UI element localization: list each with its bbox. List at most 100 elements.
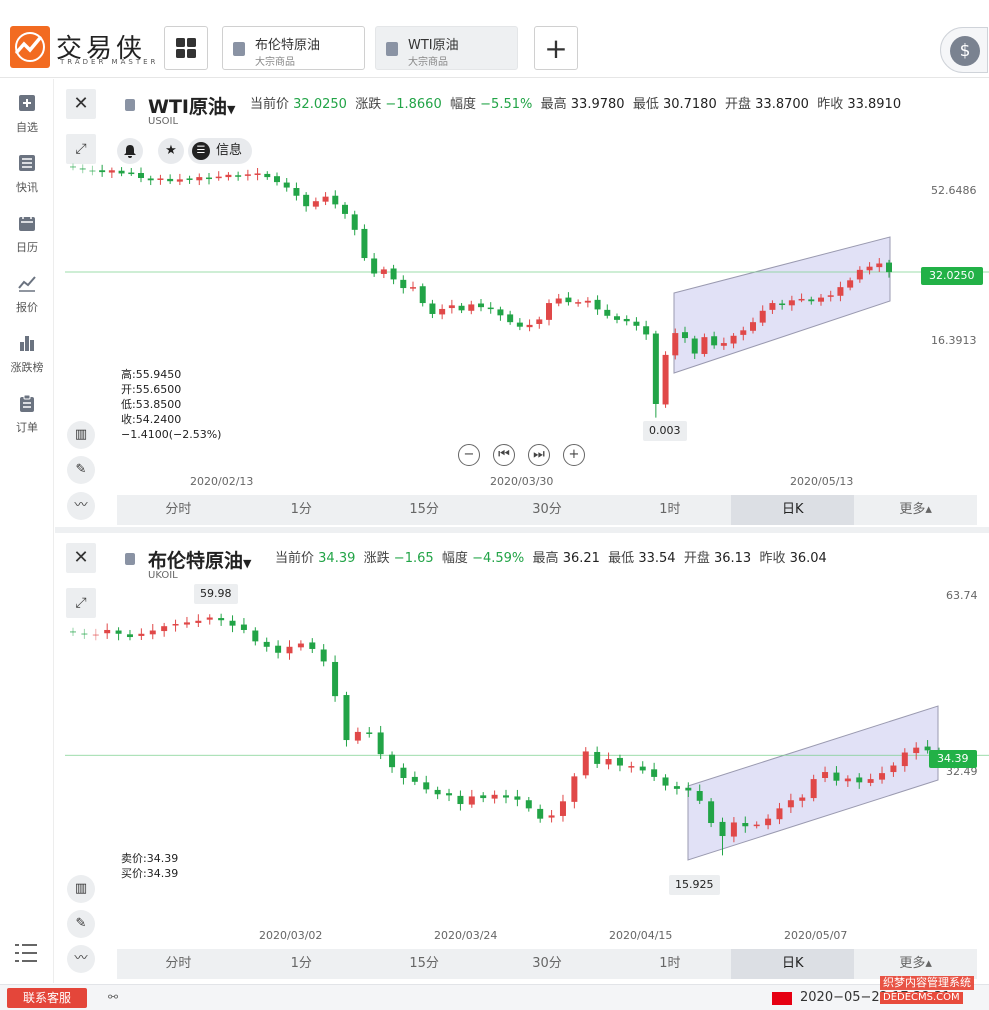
- period-tab[interactable]: 1分: [240, 949, 363, 979]
- candle-body: [701, 337, 708, 354]
- period-bar: 分时 1分 15分 30分 1时 日K 更多▴: [117, 495, 977, 525]
- account-button[interactable]: $: [940, 27, 988, 73]
- caret-down-icon: ▼: [243, 557, 252, 570]
- layout-grid-button[interactable]: [164, 26, 208, 70]
- skip-start-icon[interactable]: ⏮: [493, 444, 515, 466]
- tab-wti[interactable]: WTI原油 大宗商品: [375, 26, 518, 70]
- candle-body: [309, 642, 316, 649]
- candle-body: [263, 641, 270, 647]
- period-tab[interactable]: 30分: [486, 495, 609, 525]
- symbol-name: 布伦特原油: [148, 550, 244, 572]
- sidebar-item-calendar[interactable]: 日历: [0, 204, 54, 254]
- candle-body: [286, 646, 293, 654]
- candle-body: [147, 178, 154, 181]
- quote-label: 开盘: [683, 551, 710, 566]
- candle-body: [866, 266, 873, 271]
- quote-label: 最低: [632, 97, 659, 112]
- dollar-icon: $: [950, 36, 980, 66]
- candle-body: [662, 354, 669, 405]
- skip-end-icon[interactable]: ⏭: [528, 444, 550, 466]
- quote-label: 当前价: [250, 97, 290, 112]
- pencil-icon[interactable]: ✎: [67, 910, 95, 938]
- candle-body: [126, 634, 133, 638]
- candle-body: [115, 630, 122, 634]
- tab-brent[interactable]: 布伦特原油 大宗商品: [222, 26, 365, 70]
- status-bar: 联系客服 ⚯ 2020−05−22 17:38:31: [0, 984, 989, 1010]
- candle-body: [161, 626, 168, 632]
- sidebar-item-rankings[interactable]: 涨跌榜: [0, 324, 54, 374]
- candle-body: [672, 333, 679, 356]
- quote-label: 最低: [608, 551, 635, 566]
- candlestick-icon[interactable]: ▥: [67, 421, 95, 449]
- sidebar-item-orders[interactable]: 订单: [0, 384, 54, 434]
- period-tab[interactable]: 1分: [240, 495, 363, 525]
- candle-body: [366, 732, 373, 734]
- sidebar-item-watchlist[interactable]: 自选: [0, 84, 54, 134]
- candle-body: [776, 808, 783, 820]
- tab-subtitle: 大宗商品: [255, 57, 295, 68]
- sidebar-item-label: 日历: [16, 241, 38, 254]
- candle-body: [332, 661, 339, 697]
- wti-candlestick-chart[interactable]: [65, 159, 989, 489]
- candle-body: [274, 176, 280, 183]
- period-tab[interactable]: 15分: [363, 949, 486, 979]
- period-more[interactable]: 更多▴: [854, 495, 977, 525]
- candle-body: [833, 772, 840, 781]
- symbol-selector[interactable]: 布伦特原油▼: [148, 546, 251, 573]
- candle-body: [497, 309, 504, 316]
- quote-label: 当前价: [275, 551, 315, 566]
- candle-body: [118, 170, 125, 174]
- brent-candlestick-chart[interactable]: [65, 593, 989, 888]
- candle-body: [503, 795, 509, 798]
- period-tab-active[interactable]: 日K: [731, 495, 855, 525]
- candle-body: [81, 633, 88, 635]
- change-percent: −4.59%: [472, 551, 525, 566]
- period-tab[interactable]: 分时: [117, 949, 240, 979]
- close-panel-button[interactable]: ✕: [66, 543, 96, 573]
- pencil-icon[interactable]: ✎: [67, 456, 95, 484]
- menu-icon[interactable]: [14, 942, 38, 970]
- candle-body: [312, 201, 319, 207]
- candle-body: [225, 174, 232, 178]
- app-logo-icon: [10, 26, 50, 68]
- candle-body: [787, 800, 794, 808]
- candle-body: [605, 759, 612, 765]
- x-axis-label: 2020/02/13: [190, 475, 254, 488]
- tab-title: WTI原油: [408, 38, 459, 53]
- candle-body: [730, 335, 737, 344]
- sidebar-item-quotes[interactable]: 报价: [0, 264, 54, 314]
- period-tab[interactable]: 30分: [486, 949, 609, 979]
- add-tab-button[interactable]: +: [534, 26, 578, 70]
- sidebar-item-label: 快讯: [16, 181, 38, 194]
- zoom-out-icon[interactable]: −: [458, 444, 480, 466]
- indicator-icon[interactable]: 〰: [67, 492, 95, 520]
- candle-body: [696, 791, 703, 801]
- candle-body: [487, 307, 494, 310]
- customer-service-button[interactable]: 联系客服: [7, 988, 87, 1008]
- candle-body: [419, 286, 426, 304]
- zoom-in-icon[interactable]: +: [563, 444, 585, 466]
- period-more[interactable]: 更多▴: [854, 949, 977, 979]
- sidebar-item-news[interactable]: 快讯: [0, 144, 54, 194]
- period-tab[interactable]: 1时: [608, 949, 731, 979]
- candle-body: [283, 182, 290, 188]
- candle-body: [458, 305, 465, 311]
- candle-body: [673, 786, 680, 789]
- calendar-icon: [18, 214, 36, 232]
- candle-body: [254, 173, 261, 175]
- candle-body: [565, 297, 572, 303]
- symbol-selector[interactable]: WTI原油▼: [148, 92, 235, 119]
- period-tab-active[interactable]: 日K: [731, 949, 855, 979]
- indicator-icon[interactable]: 〰: [67, 945, 95, 973]
- instrument-icon: [386, 42, 398, 56]
- period-tab[interactable]: 15分: [363, 495, 486, 525]
- period-tab[interactable]: 1时: [608, 495, 731, 525]
- candle-body: [361, 228, 368, 259]
- candle-body: [708, 801, 715, 824]
- candlestick-icon[interactable]: ▥: [67, 875, 95, 903]
- close-panel-button[interactable]: ✕: [66, 89, 96, 119]
- candle-body: [559, 801, 566, 816]
- period-tab[interactable]: 分时: [117, 495, 240, 525]
- candle-body: [457, 795, 464, 805]
- candle-body: [584, 300, 591, 303]
